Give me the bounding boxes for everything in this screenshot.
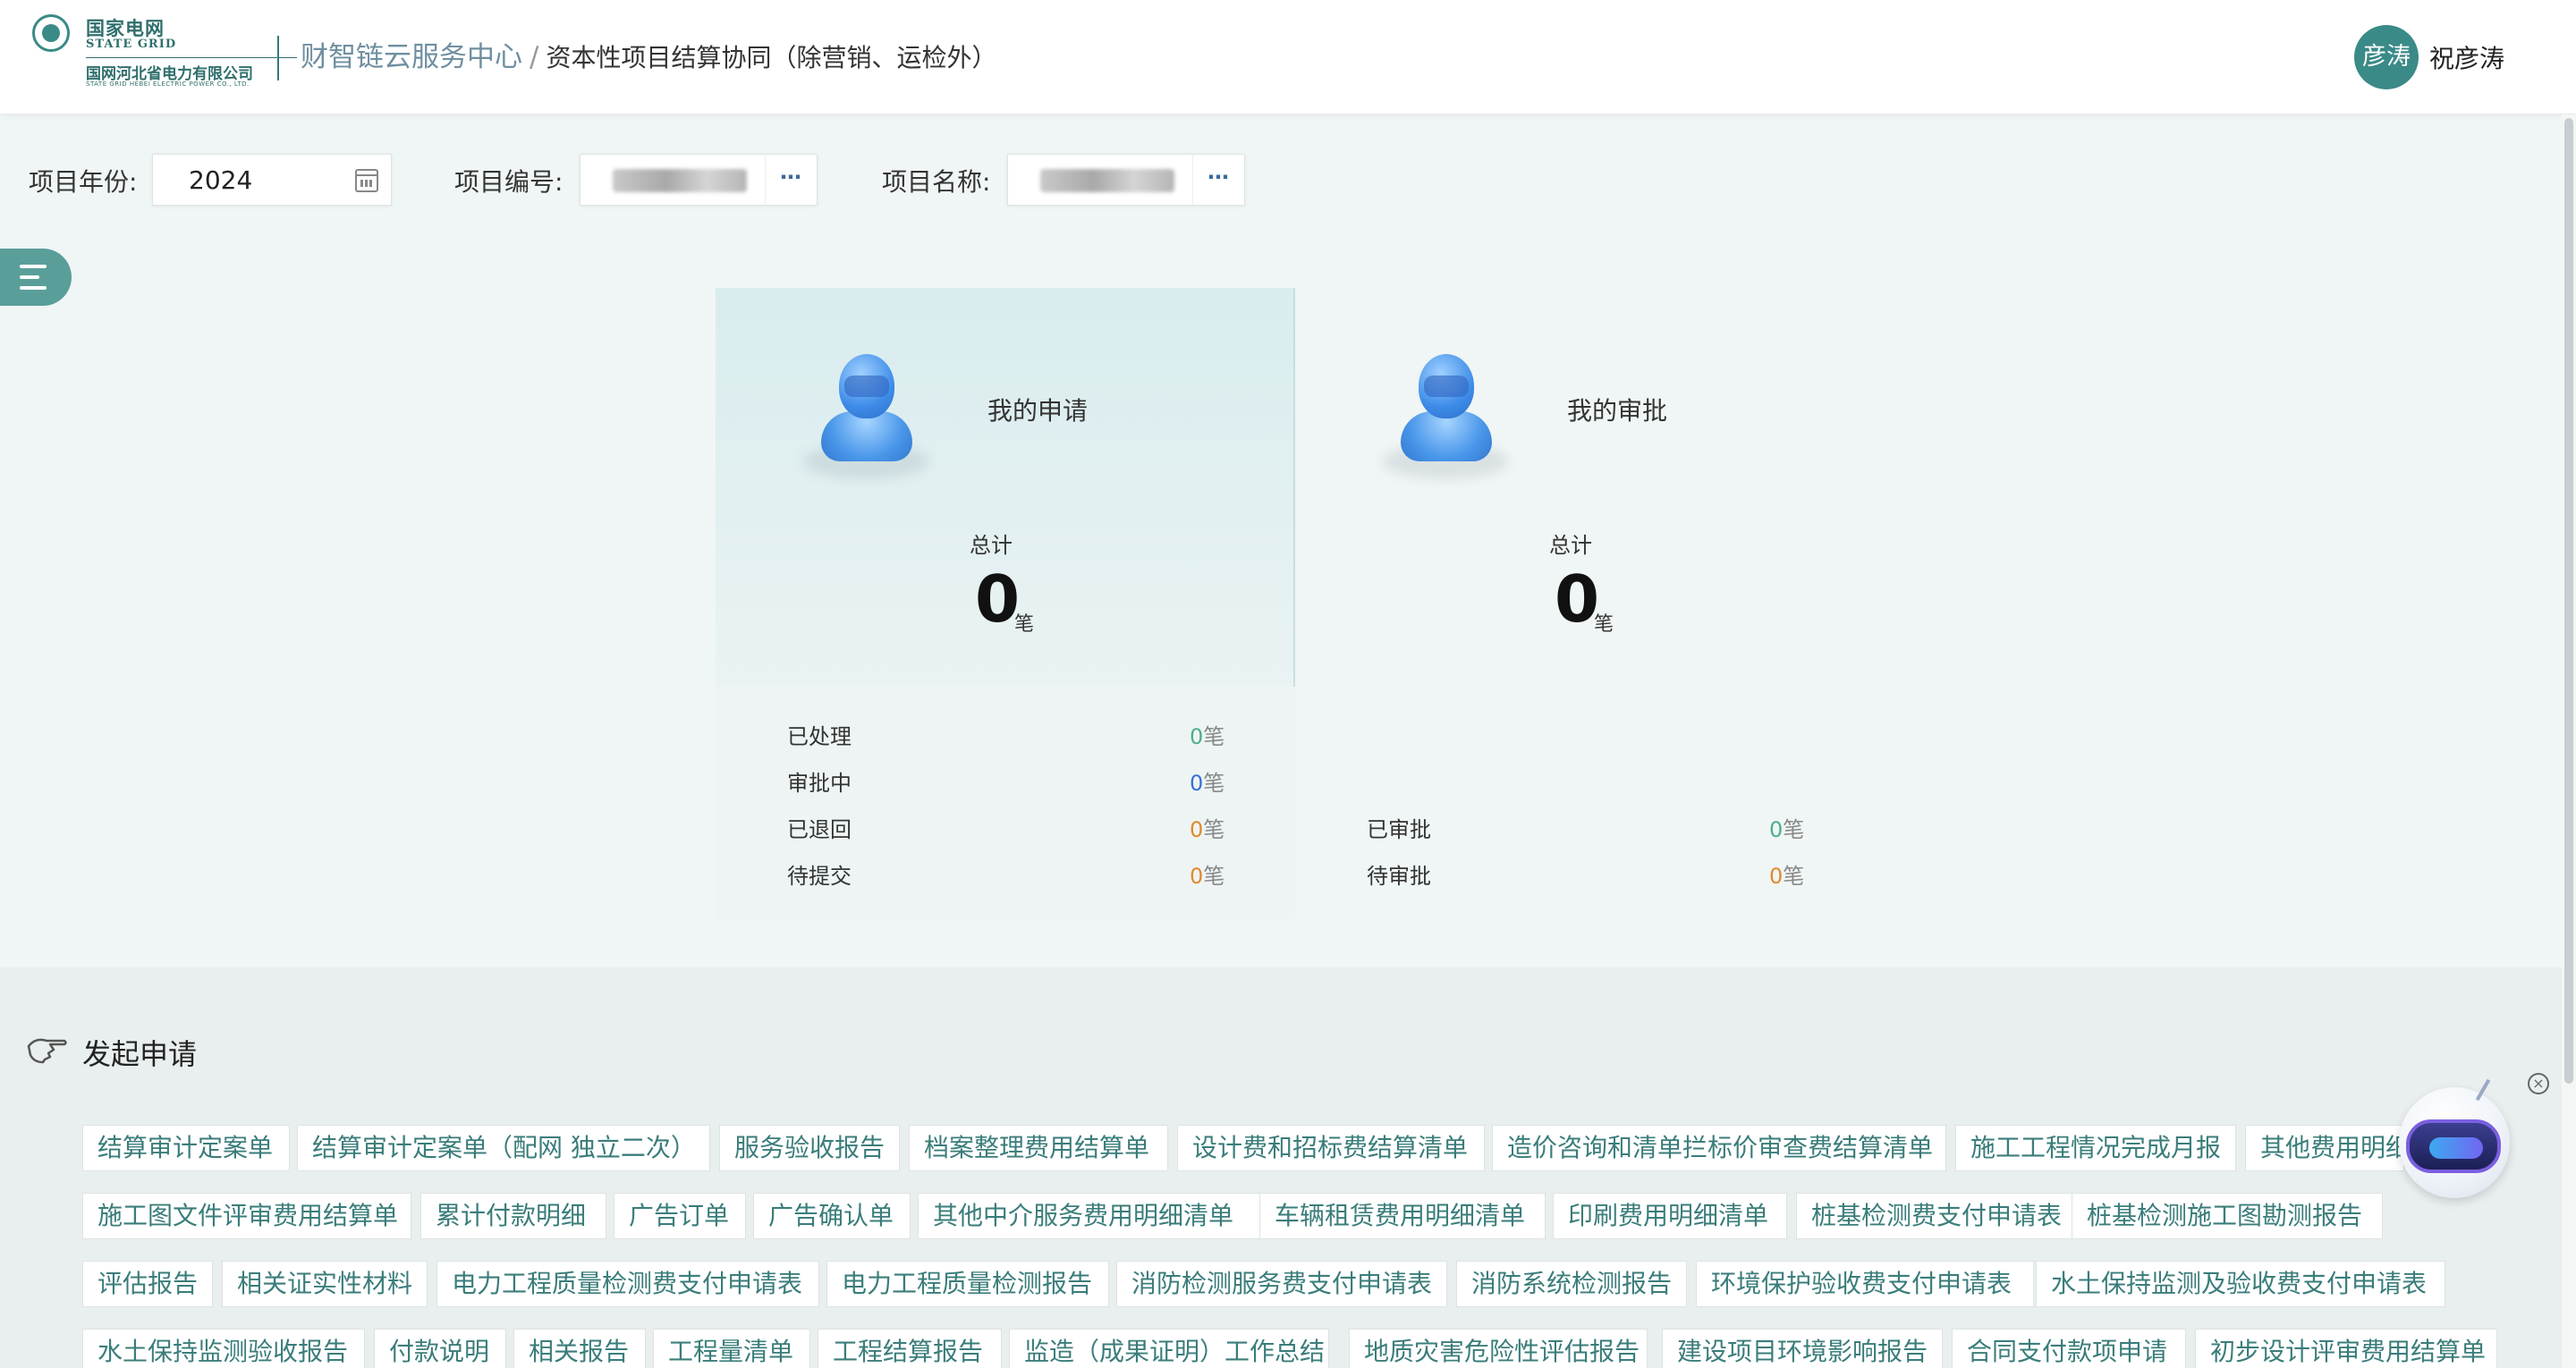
apply-item-button[interactable]: 桩基检测费支付申请表 bbox=[1796, 1193, 2077, 1239]
project-code-more-button[interactable]: ⋯ bbox=[765, 155, 817, 205]
status-value-processed[interactable]: 0笔 bbox=[1190, 719, 1224, 750]
username[interactable]: 祝彦涛 bbox=[2429, 39, 2504, 75]
project-name-field[interactable]: ⋯ bbox=[1007, 154, 1245, 206]
status-label-pending-approval: 待审批 bbox=[1367, 864, 1431, 889]
calendar-icon[interactable] bbox=[355, 169, 378, 192]
my-approve-title[interactable]: 我的审批 bbox=[1567, 392, 1667, 427]
apply-item-button[interactable]: 电力工程质量检测费支付申请表 bbox=[436, 1261, 819, 1307]
project-name-label: 项目名称: bbox=[882, 167, 991, 197]
menu-line-icon bbox=[20, 286, 47, 290]
my-apply-total-label: 总计 bbox=[970, 533, 1013, 558]
apply-item-button[interactable]: 广告确认单 bbox=[753, 1193, 911, 1239]
status-value-in-approval[interactable]: 0笔 bbox=[1190, 765, 1224, 797]
menu-line-icon bbox=[20, 275, 39, 279]
apply-item-button[interactable]: 累计付款明细 bbox=[420, 1193, 606, 1239]
apply-item-button[interactable]: 其他费用明细 bbox=[2245, 1125, 2404, 1171]
breadcrumb-home[interactable]: 财智链云服务中心 bbox=[301, 41, 522, 73]
breadcrumb-separator: / bbox=[530, 41, 539, 73]
breadcrumb-current: 资本性项目结算协同（除营销、运检外） bbox=[546, 43, 997, 72]
header-divider bbox=[277, 36, 279, 80]
avatar[interactable]: 彦涛 bbox=[2354, 25, 2419, 89]
apply-item-button[interactable]: 合同支付款项申请 bbox=[1952, 1329, 2186, 1368]
my-approve-total-unit: 笔 bbox=[1594, 613, 1614, 636]
apply-item-button[interactable]: 水土保持监测及验收费支付申请表 bbox=[2036, 1261, 2445, 1307]
hand-pointer-icon bbox=[27, 1038, 67, 1064]
apply-section-title: 发起申请 bbox=[82, 1037, 198, 1071]
my-apply-title: 我的申请 bbox=[987, 396, 1089, 426]
status-label-processed: 已处理 bbox=[787, 724, 852, 749]
my-apply-total-value: 0 bbox=[975, 562, 1021, 637]
apply-item-button[interactable]: 环境保护验收费支付申请表 bbox=[1696, 1261, 2034, 1307]
apply-item-button[interactable]: 电力工程质量检测报告 bbox=[826, 1261, 1109, 1307]
project-name-more-button[interactable]: ⋯ bbox=[1192, 155, 1244, 205]
ai-assistant-robot-icon[interactable] bbox=[2399, 1078, 2510, 1198]
apply-item-button[interactable]: 广告订单 bbox=[614, 1193, 746, 1239]
apply-item-button[interactable]: 工程量清单 bbox=[653, 1329, 810, 1368]
status-value-pending-approval[interactable]: 0笔 bbox=[1769, 858, 1804, 890]
project-code-label: 项目编号: bbox=[454, 167, 564, 197]
apply-item-button[interactable]: 相关证实性材料 bbox=[222, 1261, 428, 1307]
user-avatar-icon bbox=[1383, 354, 1508, 479]
status-value-returned[interactable]: 0笔 bbox=[1190, 812, 1224, 843]
apply-item-button[interactable]: 相关报告 bbox=[513, 1329, 646, 1368]
year-label: 项目年份: bbox=[29, 167, 138, 197]
apply-item-button[interactable]: 施工工程情况完成月报 bbox=[1955, 1125, 2236, 1171]
my-apply-total-unit: 笔 bbox=[1014, 613, 1035, 636]
project-code-field[interactable]: ⋯ bbox=[580, 154, 818, 206]
apply-item-button[interactable]: 建设项目环境影响报告 bbox=[1662, 1329, 1943, 1368]
menu-line-icon bbox=[20, 265, 47, 268]
company-logo[interactable]: 国家电网 STATE GRID 国网河北省电力有限公司 STATE GRID H… bbox=[32, 13, 297, 89]
apply-item-button[interactable]: 结算审计定案单 bbox=[82, 1125, 290, 1171]
apply-item-button[interactable]: 地质灾害危险性评估报告 bbox=[1349, 1329, 1648, 1368]
status-value-approved[interactable]: 0笔 bbox=[1769, 812, 1804, 843]
apply-item-button[interactable]: 施工图文件评审费用结算单 bbox=[82, 1193, 411, 1239]
project-name-redacted bbox=[1040, 169, 1174, 192]
apply-item-button[interactable]: 付款说明 bbox=[374, 1329, 506, 1368]
scrollbar-thumb[interactable] bbox=[2564, 118, 2573, 1084]
user-avatar-icon bbox=[803, 354, 928, 479]
logo-en-text: STATE GRID bbox=[86, 38, 177, 51]
apply-item-button[interactable]: 设计费和招标费结算清单 bbox=[1177, 1125, 1485, 1171]
apply-item-button[interactable]: 评估报告 bbox=[82, 1261, 213, 1307]
apply-item-button[interactable]: 其他中介服务费用明细清单 bbox=[918, 1193, 1263, 1239]
state-grid-emblem-icon bbox=[32, 14, 70, 52]
apply-item-button[interactable]: 消防检测服务费支付申请表 bbox=[1116, 1261, 1447, 1307]
apply-item-button[interactable]: 桩基检测施工图勘测报告 bbox=[2072, 1193, 2383, 1239]
apply-item-button[interactable]: 造价咨询和清单拦标价审查费结算清单 bbox=[1492, 1125, 1946, 1171]
apply-item-button[interactable]: 工程结算报告 bbox=[818, 1329, 1002, 1368]
apply-item-button[interactable]: 水土保持监测验收报告 bbox=[82, 1329, 365, 1368]
status-label-approved: 已审批 bbox=[1367, 817, 1431, 842]
apply-item-button[interactable]: 档案整理费用结算单 bbox=[909, 1125, 1168, 1171]
apply-item-button[interactable]: 监造（成果证明）工作总结 bbox=[1009, 1329, 1329, 1368]
status-label-to-submit: 待提交 bbox=[787, 864, 852, 889]
apply-item-button[interactable]: 消防系统检测报告 bbox=[1456, 1261, 1687, 1307]
year-picker[interactable]: 2024 bbox=[152, 154, 392, 206]
status-label-in-approval: 审批中 bbox=[787, 771, 852, 796]
logo-divider bbox=[86, 57, 297, 58]
apply-item-button[interactable]: 车辆租赁费用明细清单 bbox=[1259, 1193, 1546, 1239]
close-icon[interactable]: × bbox=[2528, 1073, 2549, 1094]
sidebar-toggle-button[interactable] bbox=[0, 249, 72, 306]
top-header: 国家电网 STATE GRID 国网河北省电力有限公司 STATE GRID H… bbox=[0, 0, 2576, 114]
vertical-scrollbar[interactable] bbox=[2562, 114, 2576, 1368]
status-value-to-submit[interactable]: 0笔 bbox=[1190, 858, 1224, 890]
apply-item-button[interactable]: 初步设计评审费用结算单 bbox=[2195, 1329, 2497, 1368]
status-label-returned: 已退回 bbox=[787, 817, 852, 842]
my-approve-total-value: 0 bbox=[1555, 562, 1600, 637]
apply-item-button[interactable]: 服务验收报告 bbox=[719, 1125, 900, 1171]
my-approve-total-label: 总计 bbox=[1549, 533, 1592, 558]
logo-company-en-text: STATE GRID HEBEI ELECTRIC POWER CO., LTD… bbox=[86, 80, 250, 88]
apply-item-button[interactable]: 印刷费用明细清单 bbox=[1553, 1193, 1787, 1239]
breadcrumb: 财智链云服务中心 / 资本性项目结算协同（除营销、运检外） bbox=[301, 36, 996, 80]
year-value: 2024 bbox=[189, 165, 253, 195]
apply-item-button[interactable]: 结算审计定案单（配网 独立二次） bbox=[297, 1125, 710, 1171]
project-code-redacted bbox=[613, 169, 747, 192]
